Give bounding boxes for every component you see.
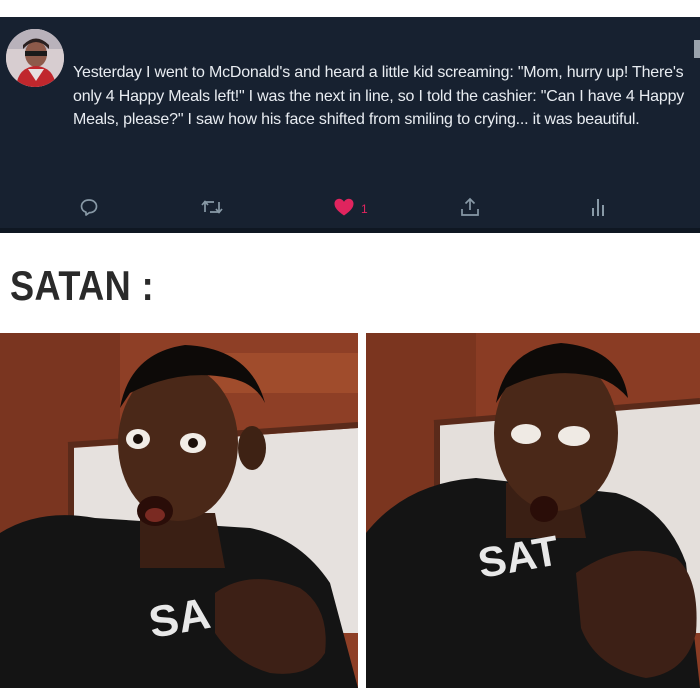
like-button[interactable]: 1	[333, 194, 368, 224]
retweet-button[interactable]	[200, 194, 224, 224]
tweet-card: Yesterday I went to McDonald's and heard…	[0, 17, 700, 231]
top-border	[0, 0, 700, 17]
reaction-photo-right: SAT	[366, 333, 700, 688]
share-button[interactable]	[459, 194, 481, 224]
reaction-photo-left: SA	[0, 333, 358, 688]
share-icon	[459, 196, 481, 223]
scrollbar[interactable]	[694, 40, 700, 58]
like-count: 1	[361, 202, 368, 216]
retweet-icon	[200, 197, 224, 222]
analytics-icon	[589, 196, 607, 223]
tweet-text: Yesterday I went to McDonald's and heard…	[73, 64, 685, 128]
heart-icon	[333, 197, 355, 222]
tweet-actions: 1	[0, 194, 700, 228]
analytics-button[interactable]	[589, 194, 607, 224]
shirt-text-left: SA	[145, 589, 214, 648]
caption: SATAN :	[10, 262, 155, 309]
reply-icon	[79, 197, 99, 222]
bottom-border	[0, 688, 700, 700]
avatar[interactable]	[6, 29, 64, 87]
tweet-divider	[0, 228, 700, 233]
reply-button[interactable]	[79, 194, 99, 224]
